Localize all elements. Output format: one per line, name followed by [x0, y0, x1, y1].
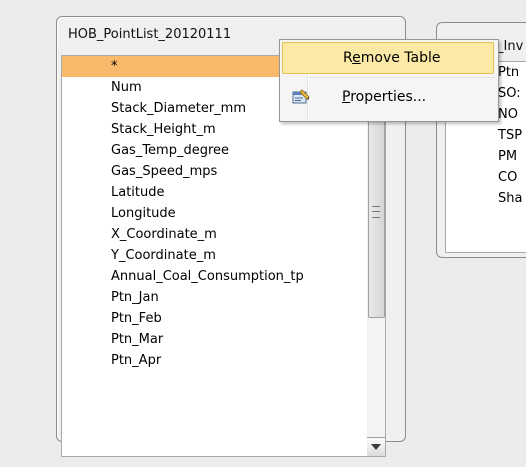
menu-separator	[310, 77, 495, 78]
field-item[interactable]: Y_Coordinate_m	[62, 245, 368, 266]
field-item[interactable]: PM	[498, 146, 517, 167]
field-item[interactable]: Ptn_Mar	[62, 329, 368, 350]
field-item[interactable]: Stack_Height_m	[62, 119, 368, 140]
field-item[interactable]: SO:	[498, 83, 521, 104]
properties-icon	[292, 89, 310, 104]
scroll-down-button[interactable]	[367, 437, 385, 456]
field-item[interactable]: Gas_Temp_degree	[62, 140, 368, 161]
grip-icon	[372, 206, 380, 218]
context-menu: Remove Table Properties...	[279, 39, 499, 122]
field-item[interactable]: X_Coordinate_m	[62, 224, 368, 245]
menu-item-label: Properties...	[342, 89, 427, 105]
scrollbar-thumb[interactable]	[368, 120, 385, 318]
field-item[interactable]: Annual_Coal_Consumption_tp	[62, 266, 368, 287]
table-title: HOB_PointList_20120111	[68, 27, 232, 42]
field-item[interactable]: Sha	[498, 188, 522, 209]
field-item[interactable]: Longitude	[62, 203, 368, 224]
field-item[interactable]: CO	[498, 167, 517, 188]
menu-item-label: Remove Table	[343, 50, 441, 66]
properties-menu-item[interactable]: Properties...	[282, 82, 494, 114]
table-title: _Inv	[497, 39, 524, 54]
arrow-down-icon	[371, 444, 381, 450]
field-item[interactable]: TSP	[498, 125, 522, 146]
field-item[interactable]: Ptn	[498, 62, 519, 83]
field-item[interactable]: NO	[498, 104, 518, 125]
field-item[interactable]: Gas_Speed_mps	[62, 161, 368, 182]
field-item[interactable]: Ptn_Apr	[62, 350, 368, 371]
remove-table-menu-item[interactable]: Remove Table	[282, 42, 494, 74]
field-item[interactable]: Latitude	[62, 182, 368, 203]
field-item[interactable]: Ptn_Feb	[62, 308, 368, 329]
field-item[interactable]: Ptn_Jan	[62, 287, 368, 308]
